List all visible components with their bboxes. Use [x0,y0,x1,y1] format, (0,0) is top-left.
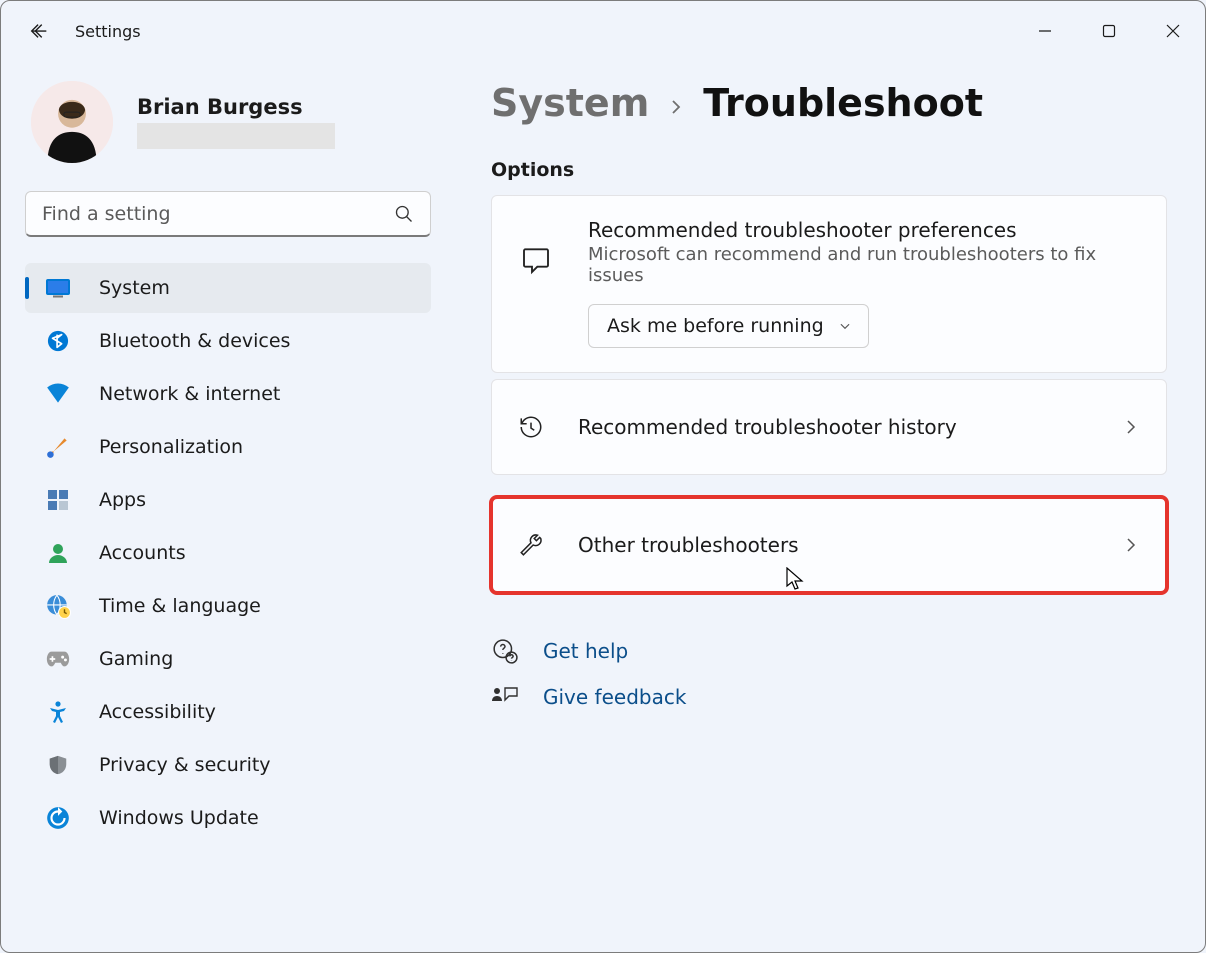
sidebar-item-label: Accounts [99,542,186,564]
sidebar-item-label: System [99,277,170,299]
help-icon [491,637,519,665]
chevron-right-icon [1122,418,1140,436]
sidebar: Brian Burgess System [1,75,455,952]
chat-bubble-icon [518,218,554,276]
sidebar-item-system[interactable]: System [25,263,431,313]
accessibility-icon [45,699,71,725]
row-label: Other troubleshooters [578,533,1088,557]
wifi-icon [45,381,71,407]
close-button[interactable] [1141,7,1205,55]
sidebar-item-time-language[interactable]: Time & language [25,581,431,631]
row-other-troubleshooters[interactable]: Other troubleshooters [491,497,1167,593]
paintbrush-icon [45,434,71,460]
close-icon [1166,24,1180,38]
maximize-button[interactable] [1077,7,1141,55]
chevron-down-icon [838,319,852,333]
preferences-dropdown[interactable]: Ask me before running [588,304,869,348]
update-icon [45,805,71,831]
card-subtitle: Microsoft can recommend and run troubles… [588,244,1140,286]
shield-icon [45,752,71,778]
chevron-right-icon [667,94,685,122]
user-account[interactable]: Brian Burgess [25,81,431,163]
minimize-button[interactable] [1013,7,1077,55]
sidebar-item-label: Gaming [99,648,173,670]
sidebar-item-accessibility[interactable]: Accessibility [25,687,431,737]
history-icon [518,414,544,440]
maximize-icon [1102,24,1116,38]
sidebar-item-personalization[interactable]: Personalization [25,422,431,472]
card-title: Recommended troubleshooter preferences [588,218,1140,242]
search-icon [394,204,414,224]
titlebar: Settings [1,1,1205,61]
link-get-help[interactable]: Get help [491,637,1167,665]
wrench-icon [518,532,544,558]
sidebar-item-label: Bluetooth & devices [99,330,290,352]
sidebar-item-gaming[interactable]: Gaming [25,634,431,684]
link-label: Give feedback [543,685,686,709]
app-title: Settings [75,22,141,41]
sidebar-item-accounts[interactable]: Accounts [25,528,431,578]
row-troubleshooter-history[interactable]: Recommended troubleshooter history [491,379,1167,475]
sidebar-item-label: Personalization [99,436,243,458]
search-box[interactable] [25,191,431,237]
sidebar-item-label: Time & language [99,595,261,617]
user-name: Brian Burgess [137,95,335,119]
sidebar-item-label: Windows Update [99,807,259,829]
chevron-right-icon [1122,536,1140,554]
card-troubleshooter-preferences: Recommended troubleshooter preferences M… [491,195,1167,373]
sidebar-item-label: Accessibility [99,701,216,723]
user-email-redacted [137,123,335,149]
person-icon [45,540,71,566]
sidebar-item-bluetooth[interactable]: Bluetooth & devices [25,316,431,366]
system-icon [45,275,71,301]
row-label: Recommended troubleshooter history [578,415,1088,439]
sidebar-item-label: Privacy & security [99,754,271,776]
breadcrumb-current: Troubleshoot [703,81,983,125]
sidebar-item-apps[interactable]: Apps [25,475,431,525]
dropdown-value: Ask me before running [607,315,824,337]
globe-clock-icon [45,593,71,619]
feedback-icon [491,683,519,711]
sidebar-item-privacy[interactable]: Privacy & security [25,740,431,790]
bluetooth-icon [45,328,71,354]
sidebar-item-network[interactable]: Network & internet [25,369,431,419]
link-give-feedback[interactable]: Give feedback [491,683,1167,711]
search-input[interactable] [42,203,394,225]
minimize-icon [1038,24,1052,38]
apps-icon [45,487,71,513]
section-label: Options [491,159,1167,181]
sidebar-item-label: Network & internet [99,383,280,405]
main-content: System Troubleshoot Options Recommended … [455,75,1205,952]
arrow-left-icon [28,20,50,42]
breadcrumb: System Troubleshoot [491,81,1167,125]
avatar [31,81,113,163]
gamepad-icon [45,646,71,672]
sidebar-item-label: Apps [99,489,146,511]
sidebar-item-windows-update[interactable]: Windows Update [25,793,431,843]
breadcrumb-parent[interactable]: System [491,81,649,125]
link-label: Get help [543,639,628,663]
back-button[interactable] [17,9,61,53]
